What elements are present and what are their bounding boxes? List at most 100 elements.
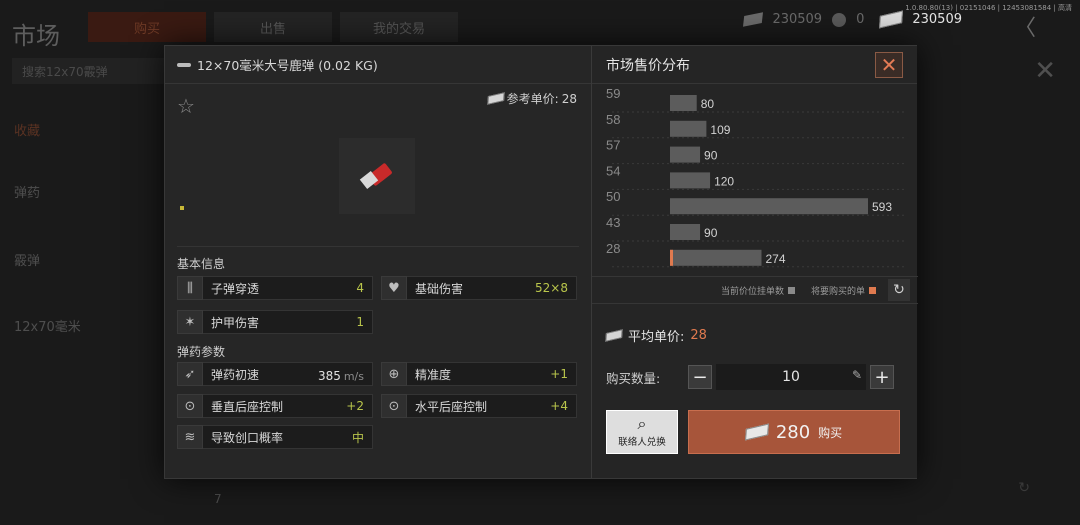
purchase-modal: 12×70毫米大号鹿弹 (0.02 KG) ☆ 参考单价: 28 基本信息 ⫼ … bbox=[164, 45, 918, 479]
bar-value-label: 80 bbox=[701, 97, 715, 111]
velocity-icon: ➶ bbox=[177, 362, 203, 386]
buy-button[interactable]: 280 购买 bbox=[688, 410, 900, 454]
armor-damage-icon: ✶ bbox=[177, 310, 203, 334]
average-price: 平均单价: 28 bbox=[605, 326, 707, 345]
close-button[interactable]: ✕ bbox=[875, 51, 903, 78]
contact-exchange-label: 联络人兑换 bbox=[618, 437, 666, 448]
reference-price: 参考单价: 28 bbox=[486, 90, 577, 107]
increase-button[interactable]: + bbox=[870, 365, 894, 389]
background-close-icon[interactable]: ✕ bbox=[1034, 56, 1056, 86]
contact-exchange-button[interactable]: ⌕ 联络人兑换 bbox=[606, 410, 678, 454]
quantity-value: 10 bbox=[782, 369, 800, 385]
shotgun-shell-icon bbox=[359, 162, 394, 190]
item-image bbox=[339, 138, 415, 214]
bleed-icon: ≋ bbox=[177, 425, 203, 449]
currency-bar: 230509 0 230509 bbox=[743, 10, 962, 29]
stat-label: 导致创口概率 bbox=[211, 430, 284, 445]
reference-price-label: 参考单价: bbox=[506, 92, 559, 106]
chart-legend: 当前价位挂单数 将要购买的单 ↻ bbox=[592, 276, 918, 304]
bar[interactable] bbox=[670, 249, 762, 266]
money-icon bbox=[743, 12, 764, 27]
decrease-button[interactable]: − bbox=[688, 365, 712, 389]
broken-heart-icon: ♥ bbox=[381, 276, 407, 300]
buy-price: 280 bbox=[775, 421, 811, 443]
tab-my-trades[interactable]: 我的交易 bbox=[340, 12, 458, 42]
stat-label: 基础伤害 bbox=[415, 281, 464, 296]
bar-value-label: 90 bbox=[704, 226, 718, 240]
sidebar-item-12x70[interactable]: 12x70毫米 bbox=[14, 316, 164, 335]
status-dot bbox=[180, 206, 184, 210]
money-secondary: 230509 bbox=[772, 12, 823, 27]
magnifier-icon: ⌕ bbox=[637, 414, 647, 433]
bar-value-label: 274 bbox=[765, 252, 785, 266]
item-title: 12×70毫米大号鹿弹 (0.02 KG) bbox=[197, 58, 378, 73]
stat-value: +4 bbox=[550, 399, 568, 413]
money-icon bbox=[879, 10, 904, 29]
bar-value-label: 593 bbox=[872, 200, 892, 214]
tab-sell[interactable]: 出售 bbox=[214, 12, 332, 42]
category-label: 57 bbox=[606, 138, 620, 153]
buy-label: 购买 bbox=[818, 425, 843, 440]
search-box[interactable]: 搜索12x70霰弹 bbox=[12, 58, 164, 84]
background-refresh-icon[interactable]: ↻ bbox=[1018, 480, 1030, 496]
bar[interactable] bbox=[670, 120, 707, 137]
stat-bleed-chance: ≋ 导致创口概率 中 bbox=[177, 425, 373, 449]
quantity-input[interactable]: 10 ✎ bbox=[716, 364, 866, 390]
money-icon bbox=[744, 423, 769, 441]
tab-buy[interactable]: 购买 bbox=[88, 12, 206, 42]
quantity-row: 购买数量: − 10 ✎ + bbox=[606, 364, 906, 390]
sidebar-item-shotgun-shells[interactable]: 霰弹 bbox=[14, 250, 164, 269]
stat-vertical-recoil: ⊙ 垂直后座控制 +2 bbox=[177, 394, 373, 418]
legend-mine: 将要购买的单 bbox=[811, 284, 876, 297]
stat-value: 385 bbox=[317, 368, 341, 383]
stat-value: 1 bbox=[356, 315, 364, 329]
bar[interactable] bbox=[670, 172, 711, 189]
minus-icon: − bbox=[692, 366, 708, 388]
average-price-label: 平均单价: bbox=[628, 330, 685, 345]
close-icon: ✕ bbox=[880, 52, 898, 77]
stat-value: 52×8 bbox=[535, 281, 568, 295]
category-label: 43 bbox=[606, 215, 620, 230]
bar[interactable] bbox=[670, 146, 701, 163]
coin-icon bbox=[832, 12, 847, 27]
stat-label: 弹药初速 bbox=[211, 367, 260, 382]
quantity-label: 购买数量: bbox=[606, 370, 661, 386]
vertical-recoil-icon: ⊙ bbox=[177, 394, 203, 418]
market-tabs: 购买 出售 我的交易 bbox=[88, 12, 458, 42]
stat-unit: m/s bbox=[343, 369, 364, 383]
basic-info-title: 基本信息 bbox=[177, 257, 226, 271]
bar[interactable] bbox=[670, 198, 868, 215]
stat-value: +2 bbox=[346, 399, 364, 413]
legend-current: 当前价位挂单数 bbox=[721, 284, 795, 297]
stat-value: 4 bbox=[356, 281, 364, 295]
pencil-icon: ✎ bbox=[851, 368, 862, 382]
stat-label: 子弹穿透 bbox=[211, 281, 260, 296]
refresh-icon: ↻ bbox=[893, 282, 905, 298]
stat-accuracy: ⊕ 精准度 +1 bbox=[381, 362, 577, 386]
stat-value: 中 bbox=[351, 430, 364, 445]
market-header: 市场售价分布 ✕ bbox=[592, 46, 917, 84]
favorite-star-icon[interactable]: ☆ bbox=[177, 94, 195, 118]
bar[interactable] bbox=[670, 95, 697, 111]
stat-label: 水平后座控制 bbox=[415, 399, 488, 414]
category-label: 54 bbox=[606, 163, 620, 178]
refresh-button[interactable]: ↻ bbox=[888, 279, 910, 301]
stat-label: 垂直后座控制 bbox=[211, 399, 284, 414]
back-icon[interactable]: 〈 bbox=[1014, 10, 1036, 42]
price-distribution-chart[interactable]: 59 80 58 109 57 90 54 120 50 593 43 90 28 274 bbox=[592, 85, 918, 275]
chart-svg: 59 80 58 109 57 90 54 120 50 593 43 90 28 274 bbox=[606, 86, 904, 268]
bar[interactable] bbox=[670, 224, 701, 240]
bar-value-label: 109 bbox=[710, 123, 730, 137]
category-label: 50 bbox=[606, 189, 620, 204]
divider bbox=[177, 246, 579, 247]
category-label: 28 bbox=[606, 241, 620, 256]
ammo-params-title: 弹药参数 bbox=[177, 345, 226, 359]
sidebar-item-favorites[interactable]: 收藏 bbox=[14, 120, 164, 139]
bar-value-label: 90 bbox=[704, 149, 718, 163]
stat-muzzle-velocity: ➶ 弹药初速 385 m/s bbox=[177, 362, 373, 386]
plus-icon: + bbox=[874, 366, 890, 388]
stat-value: +1 bbox=[550, 367, 568, 381]
sidebar-item-ammo[interactable]: 弹药 bbox=[14, 182, 164, 201]
category-label: 58 bbox=[606, 112, 620, 127]
category-label: 59 bbox=[606, 86, 620, 101]
